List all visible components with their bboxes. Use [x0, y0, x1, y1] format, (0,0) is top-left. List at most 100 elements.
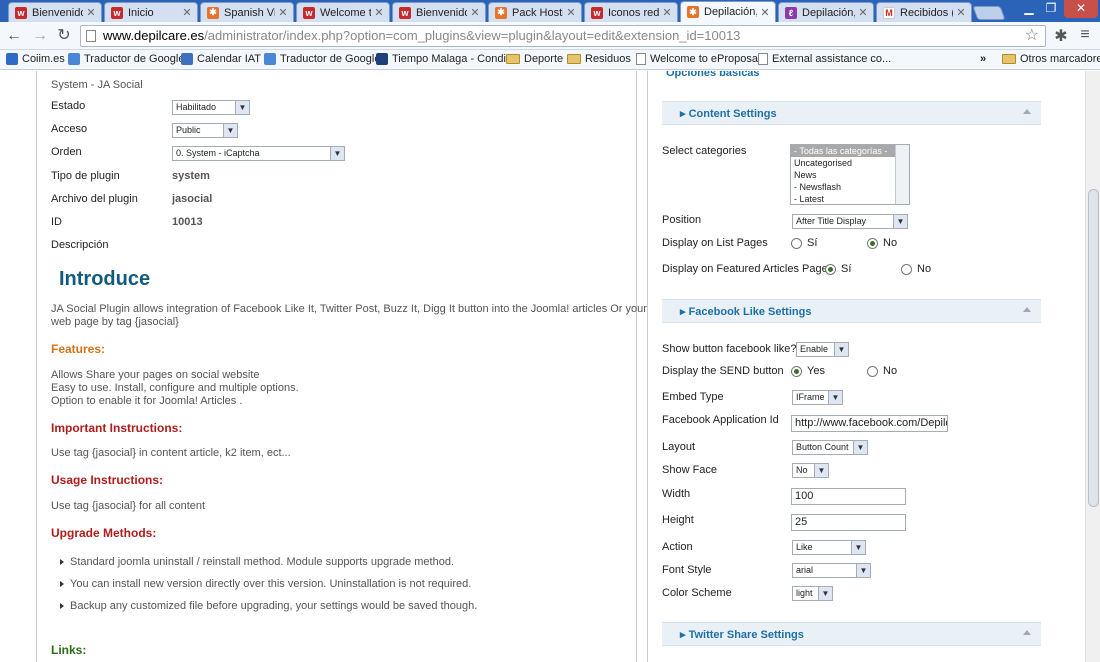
minimize-icon[interactable]: ▁ [1018, 0, 1040, 18]
display-featured-yes-radio[interactable]: Sí [825, 263, 851, 275]
close-icon[interactable]: ✕ [373, 6, 385, 19]
other-bookmarks-folder[interactable]: Otros marcadores [1002, 53, 1100, 65]
bookmark-item[interactable]: Tiempo Malaga - Condi... [376, 53, 515, 65]
radio-circle[interactable] [867, 365, 878, 377]
id-label: ID [51, 216, 62, 228]
chevron-down-icon: ▼ [853, 441, 867, 454]
acceso-label: Acceso [51, 123, 88, 135]
browser-tab[interactable]: w Welcome to ✕ [296, 2, 390, 22]
layout-select[interactable]: Button Count ▼ [792, 440, 868, 455]
bookmarks-overflow-button[interactable]: » [980, 53, 986, 65]
list-option[interactable]: - Latest [791, 193, 909, 204]
width-input[interactable]: 100 [791, 488, 906, 505]
orden-select[interactable]: 0. System - iCaptcha ▼ [172, 146, 345, 161]
bookmark-folder[interactable]: Deporte [506, 53, 563, 65]
display-list-no-radio[interactable]: No [867, 237, 897, 249]
scrollbar-thumb[interactable] [1088, 189, 1099, 507]
reload-icon[interactable]: ↻ [54, 26, 74, 46]
intro-heading: Introduce [59, 268, 151, 290]
radio-circle[interactable] [791, 365, 802, 377]
font-style-select[interactable]: arial ▼ [792, 563, 871, 578]
position-select[interactable]: After Title Display ▼ [792, 214, 908, 229]
fb-app-id-input[interactable]: http://www.facebook.com/Depilca [791, 415, 948, 432]
height-input[interactable]: 25 [791, 514, 906, 531]
categories-listbox[interactable]: - Todas las categorías - Uncategorised N… [790, 144, 910, 205]
show-fb-select[interactable]: Enable ▼ [796, 342, 849, 357]
tab-title: Depilación, D [704, 6, 757, 18]
embed-type-select[interactable]: IFrame ▼ [792, 390, 843, 405]
send-yes-radio[interactable]: Yes [791, 365, 825, 377]
close-icon[interactable]: ✕ [181, 6, 193, 19]
display-list-yes-radio[interactable]: Sí [791, 237, 817, 249]
color-scheme-select[interactable]: light ▼ [792, 586, 833, 601]
bookmark-label: Traductor de Google [280, 53, 381, 65]
chevron-down-icon: ▼ [893, 215, 907, 228]
browser-tab[interactable]: ℓ Depilación, D ✕ [778, 2, 874, 22]
list-option[interactable]: - Newsflash [791, 181, 909, 193]
list-option[interactable]: Uncategorised [791, 157, 909, 169]
close-icon[interactable]: ✕ [661, 6, 673, 19]
facebook-settings-header[interactable]: Facebook Like Settings [662, 299, 1041, 323]
radio-circle[interactable] [791, 237, 802, 249]
close-icon[interactable]: ✕ [565, 6, 577, 19]
radio-circle[interactable] [901, 263, 912, 275]
basic-options-heading[interactable]: Opciones básicas [666, 71, 760, 79]
show-face-select[interactable]: No ▼ [792, 463, 829, 478]
folder-icon [1002, 54, 1016, 64]
chevron-down-icon: ▼ [856, 564, 870, 577]
bookmark-item[interactable]: Coiim.es [6, 53, 65, 65]
content-settings-header[interactable]: Content Settings [662, 101, 1041, 125]
browser-tab[interactable]: w Bienvenido a ✕ [8, 2, 102, 22]
browser-tab[interactable]: w Bienvenido a ✕ [392, 2, 486, 22]
send-no-radio[interactable]: No [867, 365, 897, 377]
list-option[interactable]: News [791, 169, 909, 181]
close-icon[interactable]: ✕ [857, 6, 869, 19]
browser-tab-active[interactable]: ✱ Depilación, D ✕ [680, 1, 776, 22]
browser-tab[interactable]: M Recibidos (27 ✕ [876, 2, 972, 22]
bookmark-folder[interactable]: Residuos [567, 53, 631, 65]
new-tab-button[interactable] [972, 6, 1006, 20]
menu-icon[interactable]: ≡ [1074, 26, 1096, 44]
list-option[interactable]: - Todas las categorías - [791, 145, 909, 157]
display-featured-no-radio[interactable]: No [901, 263, 931, 275]
close-icon[interactable]: ✕ [85, 6, 97, 19]
tipo-plugin-label: Tipo de plugin [51, 170, 120, 182]
tab-title: Pack Hosting [512, 6, 563, 19]
browser-tab[interactable]: ✱ Spanish Vino ✕ [200, 2, 294, 22]
page-scrollbar[interactable] [1085, 71, 1100, 662]
acceso-select[interactable]: Public ▼ [172, 123, 238, 138]
bookmark-item[interactable]: Calendar IAT [181, 53, 261, 65]
browser-tab[interactable]: ✱ Pack Hosting ✕ [488, 2, 582, 22]
star-icon[interactable]: ☆ [1025, 26, 1039, 46]
window-close-icon[interactable]: ✕ [1064, 0, 1098, 18]
maximize-icon[interactable]: ❐ [1040, 0, 1062, 18]
back-arrow-icon[interactable]: ← [4, 26, 24, 46]
usage-heading: Usage Instructions: [51, 473, 164, 487]
browser-tab[interactable]: w Inicio ✕ [104, 2, 198, 22]
twitter-settings-header[interactable]: Twitter Share Settings [662, 622, 1041, 646]
extension-icon[interactable]: ✱ [1050, 26, 1072, 46]
features-line: Option to enable it for Joomla! Articles… [51, 395, 243, 407]
close-icon[interactable]: ✕ [277, 6, 289, 19]
listbox-scrollbar[interactable] [895, 145, 909, 204]
browser-tab[interactable]: w Iconos rede ✕ [584, 2, 678, 22]
forward-arrow-icon[interactable]: → [30, 26, 50, 46]
bookmark-item[interactable]: Traductor de Google [68, 53, 184, 65]
estado-select[interactable]: Habilitado ▼ [172, 100, 250, 115]
collapse-arrow-icon[interactable] [1023, 109, 1031, 114]
section-title: Twitter Share Settings [680, 628, 804, 641]
bookmark-item[interactable]: External assistance co... [758, 53, 891, 65]
close-icon[interactable]: ✕ [469, 6, 481, 19]
radio-circle[interactable] [825, 263, 836, 275]
radio-circle[interactable] [867, 237, 878, 249]
address-bar[interactable]: www.depilcare.es/administrator/index.php… [80, 25, 1046, 47]
close-icon[interactable]: ✕ [759, 6, 771, 19]
close-icon[interactable]: ✕ [955, 6, 967, 19]
action-select[interactable]: Like ▼ [792, 540, 866, 555]
bookmark-item[interactable]: Welcome to eProposal. [636, 53, 764, 65]
bookmark-item[interactable]: Traductor de Google [264, 53, 380, 65]
collapse-arrow-icon[interactable] [1023, 307, 1031, 312]
color-scheme-label: Color Scheme [662, 587, 732, 599]
collapse-arrow-icon[interactable] [1023, 630, 1031, 635]
show-fb-value: Enable [800, 344, 829, 354]
